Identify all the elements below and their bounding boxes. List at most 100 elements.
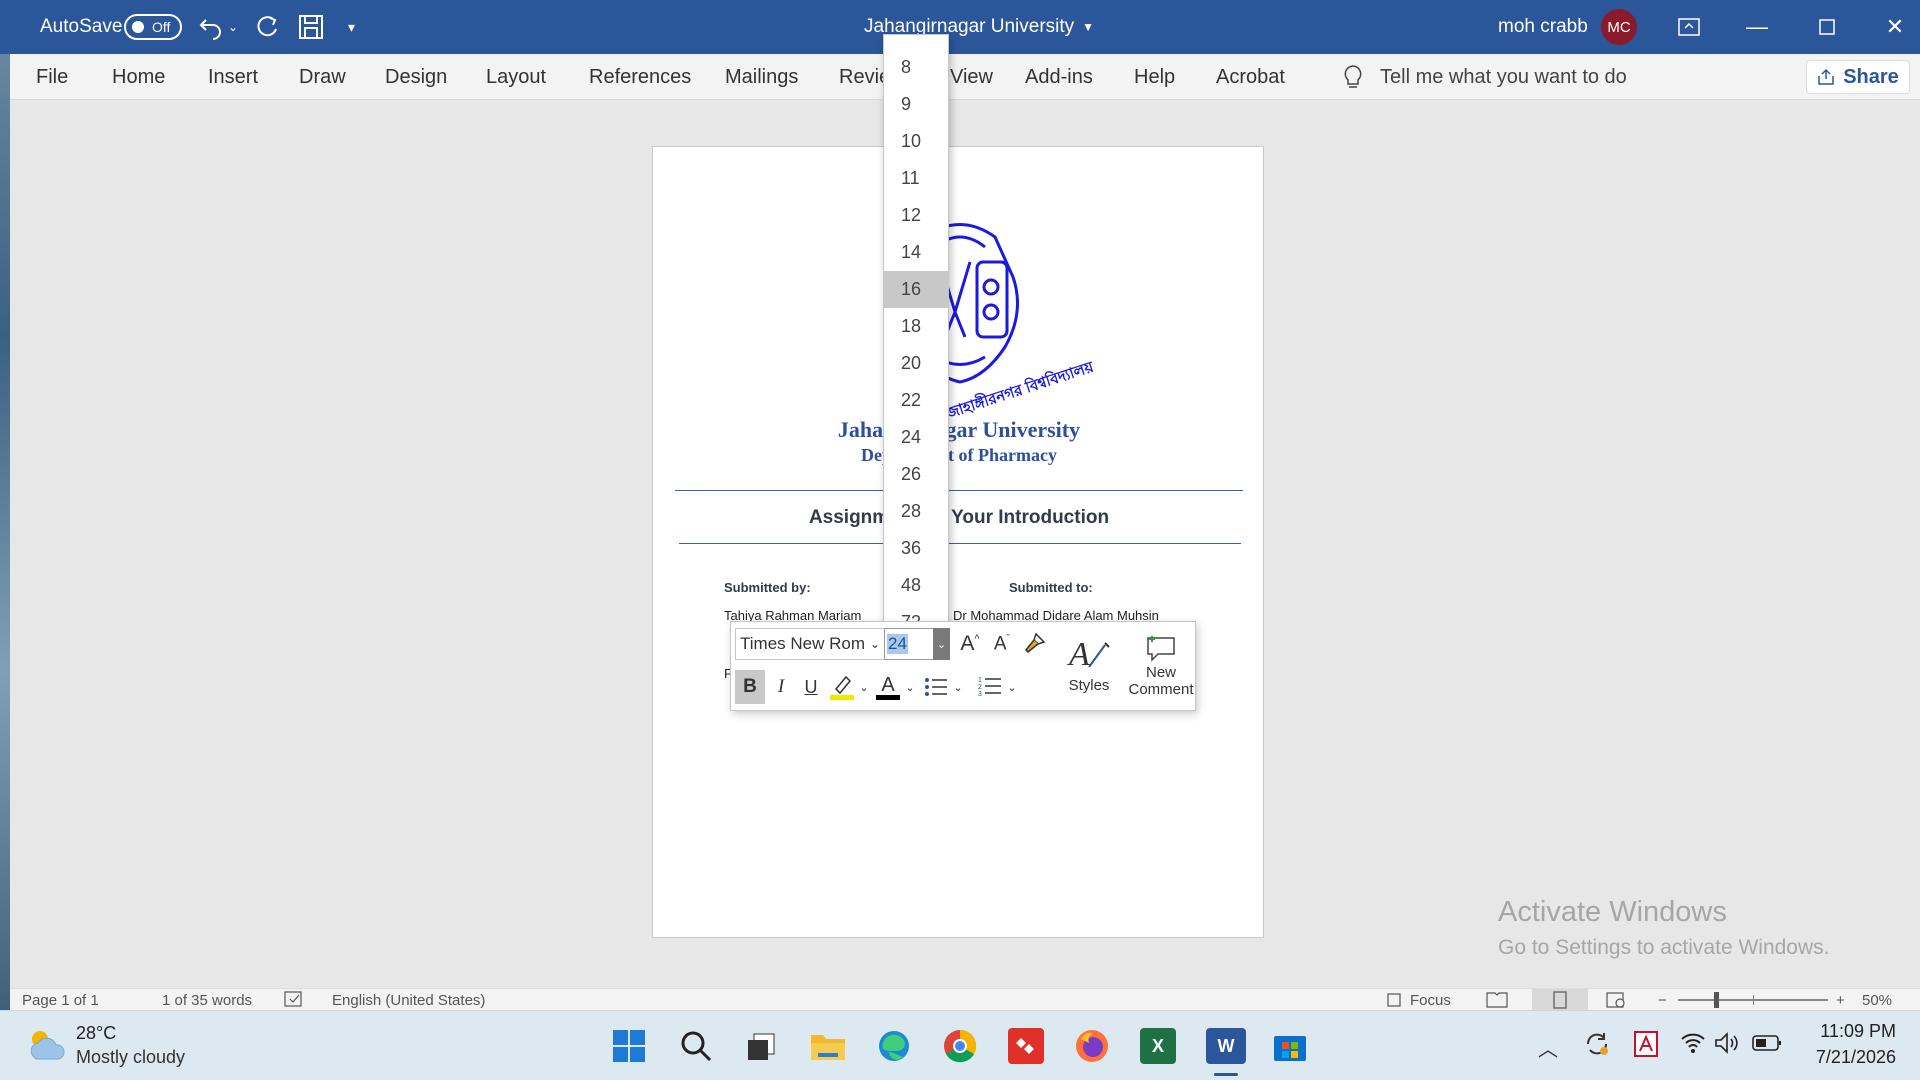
page-count[interactable]: Page 1 of 1 (22, 989, 99, 1011)
font-color-chevron-down-icon[interactable]: ⌄ (903, 670, 917, 704)
acrobat-tray-icon[interactable] (1634, 1031, 1658, 1063)
zoom-level[interactable]: 50% (1862, 989, 1892, 1011)
tab-references[interactable]: References (589, 54, 691, 100)
word-count[interactable]: 1 of 35 words (162, 989, 252, 1011)
tab-help[interactable]: Help (1134, 54, 1175, 100)
font-size-dropdown-button[interactable]: ⌄ (933, 628, 950, 660)
grow-font-button[interactable]: A^ (955, 628, 985, 660)
share-label: Share (1843, 65, 1899, 88)
tab-design[interactable]: Design (385, 54, 447, 100)
user-avatar[interactable]: MC (1601, 0, 1637, 54)
focus-button[interactable]: Focus (1386, 989, 1451, 1011)
format-painter-button[interactable] (1019, 628, 1049, 660)
zoom-slider[interactable] (1678, 989, 1828, 1011)
redo-button[interactable] (254, 0, 280, 54)
language[interactable]: English (United States) (332, 989, 485, 1011)
font-size-option[interactable]: 12 (884, 197, 948, 234)
file-explorer-button[interactable] (810, 1028, 846, 1064)
font-size-option[interactable]: 14 (884, 234, 948, 271)
autosave-toggle[interactable]: Off (124, 0, 182, 54)
proofing-icon[interactable] (284, 989, 304, 1011)
font-size-option[interactable]: 28 (884, 493, 948, 530)
font-size-value: 24 (887, 634, 908, 654)
firefox-button[interactable] (1074, 1028, 1110, 1064)
tab-draw[interactable]: Draw (299, 54, 346, 100)
weather-widget[interactable] (24, 1025, 68, 1070)
font-name-select[interactable]: Times New Rom ⌄ (735, 628, 885, 660)
battery-icon[interactable] (1752, 1033, 1782, 1059)
font-size-option[interactable]: 20 (884, 345, 948, 382)
font-size-option[interactable]: 9 (884, 86, 948, 123)
tab-home[interactable]: Home (112, 54, 165, 100)
folder-icon (811, 1035, 845, 1060)
numbering-chevron-down-icon[interactable]: ⌄ (1005, 670, 1019, 704)
styles-button[interactable]: A Styles (1061, 626, 1117, 700)
font-size-option[interactable]: 11 (884, 160, 948, 197)
font-size-option[interactable]: 18 (884, 308, 948, 345)
bullets-chevron-down-icon[interactable]: ⌄ (951, 670, 965, 704)
close-button[interactable]: ✕ (1860, 0, 1920, 54)
customize-qat-icon[interactable]: ▾ (348, 0, 355, 54)
zoom-slider-thumb[interactable] (1714, 992, 1719, 1008)
store-button[interactable] (1272, 1028, 1308, 1064)
undo-button[interactable]: ⌄ (198, 0, 238, 54)
minimize-button[interactable]: — (1722, 0, 1792, 54)
print-layout-icon[interactable] (1532, 989, 1588, 1011)
undo-dropdown-icon[interactable]: ⌄ (228, 20, 238, 34)
tell-me-search[interactable]: Tell me what you want to do (1342, 54, 1627, 100)
italic-button[interactable]: I (767, 670, 795, 704)
wifi-icon[interactable] (1680, 1031, 1706, 1061)
font-size-option[interactable]: 10 (884, 123, 948, 160)
clock-time[interactable]: 11:09 PM (1812, 1021, 1896, 1042)
font-size-option[interactable]: 16 (884, 271, 948, 308)
sync-icon[interactable] (1584, 1031, 1610, 1063)
underline-button[interactable]: U (797, 670, 825, 704)
bold-button[interactable]: B (735, 670, 765, 704)
volume-icon[interactable] (1714, 1031, 1740, 1061)
start-button[interactable] (611, 1028, 647, 1064)
document-page[interactable]: জাহাঙ্গীরনগর বিশ্ববিদ্যালয় Jahangirnaga… (652, 146, 1264, 938)
zoom-out-button[interactable]: − (1658, 989, 1667, 1011)
font-size-option[interactable]: 48 (884, 567, 948, 604)
font-size-option[interactable]: 26 (884, 456, 948, 493)
search-button[interactable] (678, 1028, 714, 1064)
font-color-button[interactable]: A (873, 670, 903, 704)
tab-insert[interactable]: Insert (208, 54, 258, 100)
font-size-option[interactable]: 24 (884, 419, 948, 456)
web-layout-icon[interactable] (1606, 989, 1626, 1011)
clock-date[interactable]: 7/21/2026 (1806, 1047, 1896, 1068)
show-hidden-icons-button[interactable]: ︿ (1538, 1033, 1558, 1062)
zoom-in-button[interactable]: + (1836, 989, 1845, 1011)
numbering-icon: 123 (978, 677, 1001, 698)
save-button[interactable] (298, 0, 324, 54)
autosave-label: AutoSave (40, 16, 123, 37)
tab-file[interactable]: File (36, 54, 68, 100)
ribbon-display-options-button[interactable] (1654, 0, 1724, 54)
tab-acrobat[interactable]: Acrobat (1216, 54, 1285, 100)
undo-icon (199, 19, 221, 40)
user-name[interactable]: moh crabb (1498, 0, 1588, 54)
anydesk-button[interactable] (1008, 1028, 1044, 1064)
tab-layout[interactable]: Layout (486, 54, 546, 100)
chrome-button[interactable] (942, 1028, 978, 1064)
tab-view[interactable]: View (950, 54, 993, 100)
bullets-button[interactable] (921, 670, 951, 704)
tab-add-ins[interactable]: Add-ins (1025, 54, 1093, 100)
svg-text:1: 1 (978, 677, 982, 684)
highlight-color-button[interactable] (827, 670, 857, 704)
excel-button[interactable]: X (1140, 1028, 1176, 1064)
word-button[interactable]: W (1206, 1028, 1246, 1064)
task-view-button[interactable] (743, 1028, 779, 1064)
font-size-option[interactable]: 22 (884, 382, 948, 419)
read-mode-icon[interactable] (1486, 989, 1508, 1011)
font-size-option[interactable]: 36 (884, 530, 948, 567)
share-button[interactable]: Share (1806, 60, 1910, 94)
new-comment-button[interactable]: New Comment (1127, 626, 1195, 706)
tab-mailings[interactable]: Mailings (725, 54, 798, 100)
numbering-button[interactable]: 123 (975, 670, 1005, 704)
maximize-button[interactable] (1792, 0, 1862, 54)
highlight-chevron-down-icon[interactable]: ⌄ (857, 670, 871, 704)
shrink-font-button[interactable]: Aˇ (987, 628, 1017, 660)
edge-browser-button[interactable] (876, 1028, 912, 1064)
font-size-option[interactable]: 8 (884, 49, 948, 86)
